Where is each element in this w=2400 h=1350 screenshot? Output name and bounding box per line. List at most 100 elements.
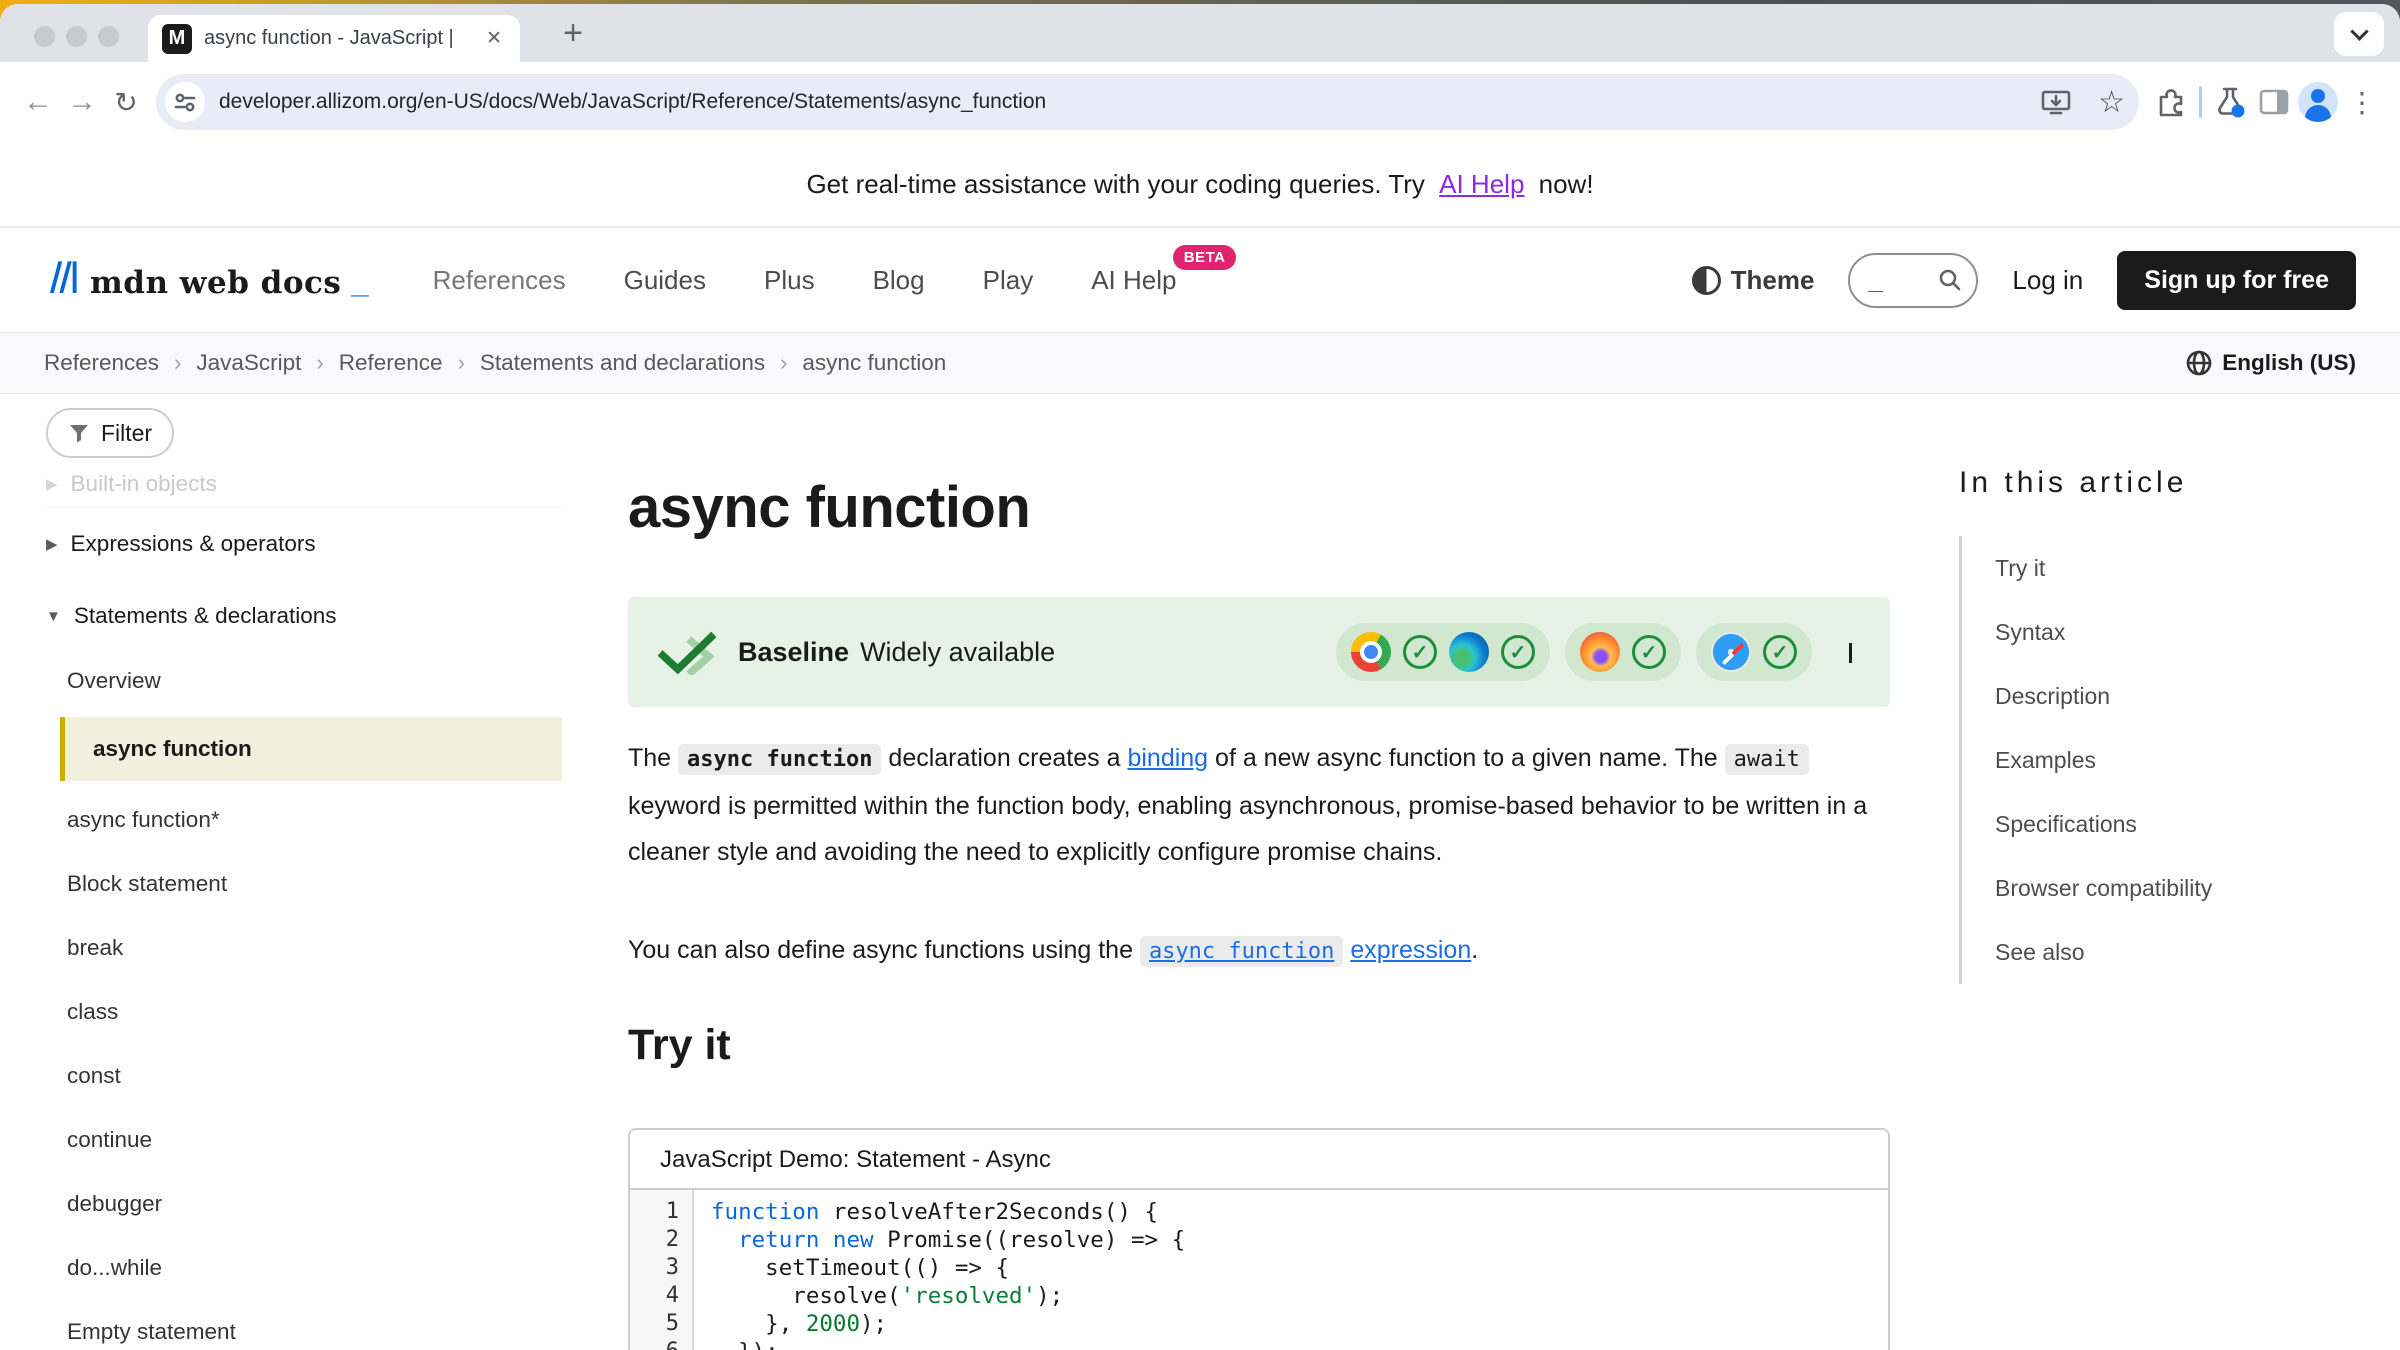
chrome-icon	[1351, 632, 1391, 672]
url-text[interactable]: developer.allizom.org/en-US/docs/Web/Jav…	[219, 90, 2014, 114]
crumb-javascript[interactable]: JavaScript	[196, 350, 301, 376]
toc-item-see-also[interactable]: See also	[1995, 920, 2359, 984]
crumb-separator-icon: ›	[780, 350, 787, 376]
toc-title: In this article	[1959, 466, 2359, 500]
reload-button[interactable]: ↻	[104, 80, 148, 124]
language-switcher[interactable]: English (US)	[2186, 350, 2356, 377]
browser-tab[interactable]: M async function - JavaScript | ✕	[148, 15, 520, 62]
toc-item-examples[interactable]: Examples	[1995, 728, 2359, 792]
nav-blog[interactable]: Blog	[873, 265, 925, 296]
sidebar-item-overview[interactable]: Overview	[46, 652, 562, 710]
toc-item-description[interactable]: Description	[1995, 664, 2359, 728]
signup-button[interactable]: Sign up for free	[2117, 251, 2356, 310]
mdn-logo[interactable]: mdn web docs _	[44, 259, 369, 301]
search-input[interactable]: _	[1848, 253, 1978, 308]
code-line: resolve('resolved');	[711, 1282, 1185, 1310]
line-number: 1	[630, 1198, 692, 1226]
crumb-statements[interactable]: Statements and declarations	[480, 350, 765, 376]
binding-link[interactable]: binding	[1127, 744, 1208, 772]
sidebar-item-break[interactable]: break	[46, 916, 562, 980]
text: The	[628, 744, 678, 772]
extensions-puzzle-icon[interactable]	[2149, 80, 2193, 124]
forward-button[interactable]: →	[60, 80, 104, 124]
back-button[interactable]: ←	[16, 80, 60, 124]
tab-strip-menu-button[interactable]	[2334, 12, 2384, 56]
crumb-references[interactable]: References	[44, 350, 159, 376]
browser-window: M async function - JavaScript | ✕ + ← → …	[0, 4, 2400, 1350]
sidebar-group-built-in-objects[interactable]: ▶ Built-in objects	[46, 460, 562, 508]
toolbar-separator	[2199, 86, 2202, 118]
expression-link[interactable]: expression	[1350, 936, 1471, 964]
baseline-expand-button[interactable]	[1849, 643, 1852, 661]
code-line: setTimeout(() => {	[711, 1254, 1185, 1282]
sidebar-nav-list: ▶ Built-in objects ▶ Expressions & opera…	[46, 460, 562, 1350]
sidebar-item-do-while[interactable]: do...while	[46, 1236, 562, 1300]
avatar-icon	[2298, 82, 2338, 122]
mdn-favicon-icon: M	[162, 24, 192, 54]
theme-label: Theme	[1731, 265, 1815, 296]
intro-paragraph: The async function declaration creates a…	[628, 735, 1868, 875]
line-numbers-gutter: 1 2 3 4 5 6	[630, 1190, 694, 1350]
bookmark-star-icon[interactable]: ☆	[2098, 85, 2125, 120]
login-link[interactable]: Log in	[2012, 265, 2083, 296]
text: .	[1471, 936, 1478, 964]
toc-item-try-it[interactable]: Try it	[1995, 536, 2359, 600]
side-panel-icon[interactable]	[2252, 80, 2296, 124]
code-line: });	[711, 1338, 1185, 1350]
close-window-button[interactable]	[34, 26, 55, 47]
baseline-logo-icon	[658, 629, 716, 675]
install-app-button[interactable]	[2040, 87, 2072, 117]
search-icon	[1938, 268, 1962, 292]
chevron-down-icon	[2350, 22, 2368, 40]
mdn-logo-text: mdn web docs	[90, 265, 341, 301]
sidebar-item-async-function-active[interactable]: async function	[46, 710, 562, 788]
crumb-separator-icon: ›	[174, 350, 181, 376]
mdn-logo-underscore: _	[351, 265, 368, 301]
sidebar-item-continue[interactable]: continue	[46, 1108, 562, 1172]
nav-plus[interactable]: Plus	[764, 265, 815, 296]
sidebar-group-statements[interactable]: ▼ Statements & declarations	[46, 580, 562, 652]
beta-badge: BETA	[1173, 245, 1237, 270]
nav-guides[interactable]: Guides	[624, 265, 706, 296]
crumb-separator-icon: ›	[458, 350, 465, 376]
sidebar-item-class[interactable]: class	[46, 980, 562, 1044]
nav-ai-help[interactable]: AI Help BETA	[1091, 265, 1176, 296]
sidebar-item-debugger[interactable]: debugger	[46, 1172, 562, 1236]
crumb-reference[interactable]: Reference	[339, 350, 443, 376]
tab-close-icon[interactable]: ✕	[482, 25, 506, 52]
sidebar-item-empty-statement[interactable]: Empty statement	[46, 1300, 562, 1350]
minimize-window-button[interactable]	[66, 26, 87, 47]
site-info-button[interactable]	[165, 82, 205, 122]
window-controls	[34, 26, 119, 47]
nav-play[interactable]: Play	[983, 265, 1034, 296]
address-bar[interactable]: developer.allizom.org/en-US/docs/Web/Jav…	[156, 74, 2139, 130]
await-code-chip: await	[1725, 744, 1809, 775]
sidebar-item-block-statement[interactable]: Block statement	[46, 852, 562, 916]
nav-references[interactable]: References	[433, 265, 566, 296]
page-title: async function	[628, 474, 1890, 541]
toc-item-syntax[interactable]: Syntax	[1995, 600, 2359, 664]
maximize-window-button[interactable]	[98, 26, 119, 47]
sidebar-filter-button[interactable]: Filter	[46, 408, 174, 458]
sidebar-group-expressions[interactable]: ▶ Expressions & operators	[46, 508, 562, 580]
browser-menu-button[interactable]: ⋮	[2340, 80, 2384, 124]
text: declaration creates a	[881, 744, 1127, 772]
new-tab-button[interactable]: +	[552, 12, 594, 54]
sidebar-item-const[interactable]: const	[46, 1044, 562, 1108]
experiments-flask-icon[interactable]	[2208, 80, 2252, 124]
demo-code-editor[interactable]: 1 2 3 4 5 6 function resolveAfter2Second…	[630, 1190, 1888, 1350]
mdn-m-icon	[44, 259, 80, 293]
caret-down-icon: ▼	[46, 608, 61, 625]
toc-item-specifications[interactable]: Specifications	[1995, 792, 2359, 856]
async-function-expression-code-link[interactable]: async function	[1140, 936, 1343, 967]
install-app-icon	[2040, 87, 2072, 117]
filter-label: Filter	[101, 420, 152, 447]
sidebar-item-async-function-star[interactable]: async function*	[46, 788, 562, 852]
tryit-heading: Try it	[628, 1021, 1890, 1070]
ai-help-promo-link[interactable]: AI Help	[1432, 169, 1531, 200]
theme-switcher[interactable]: Theme	[1692, 265, 1815, 296]
panel-icon	[2259, 88, 2289, 116]
firefox-icon	[1580, 632, 1620, 672]
toc-item-browser-compatibility[interactable]: Browser compatibility	[1995, 856, 2359, 920]
profile-avatar[interactable]	[2296, 80, 2340, 124]
